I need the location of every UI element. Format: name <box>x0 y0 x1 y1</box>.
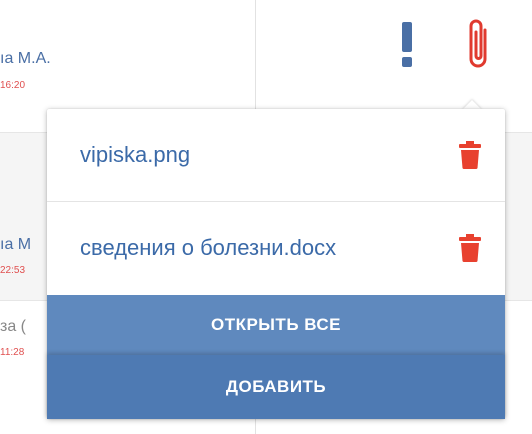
attachment-file-name[interactable]: vipiska.png <box>80 142 190 168</box>
sender-name: ıa М <box>0 236 32 253</box>
add-attachment-button[interactable]: ДОБАВИТЬ <box>47 355 505 419</box>
message-time: 16:20 <box>0 80 26 91</box>
sender-name: ıa М.А. <box>0 50 51 67</box>
exclamation-icon[interactable] <box>398 22 416 68</box>
attachment-file-name[interactable]: сведения о болезни.docx <box>80 235 336 261</box>
attachment-item[interactable]: сведения о болезни.docx <box>47 201 505 294</box>
trash-icon[interactable] <box>459 141 481 169</box>
message-time: 22:53 <box>0 265 26 276</box>
message-time: 11:28 <box>0 347 25 358</box>
paperclip-icon[interactable] <box>464 16 494 72</box>
open-all-button[interactable]: ОТКРЫТЬ ВСЕ <box>47 295 505 355</box>
trash-icon[interactable] <box>459 234 481 262</box>
sender-name: за ( <box>0 318 27 335</box>
attachments-popup: vipiska.png сведения о болезни.docx ОТКР… <box>47 109 505 419</box>
attachment-item[interactable]: vipiska.png <box>47 109 505 201</box>
